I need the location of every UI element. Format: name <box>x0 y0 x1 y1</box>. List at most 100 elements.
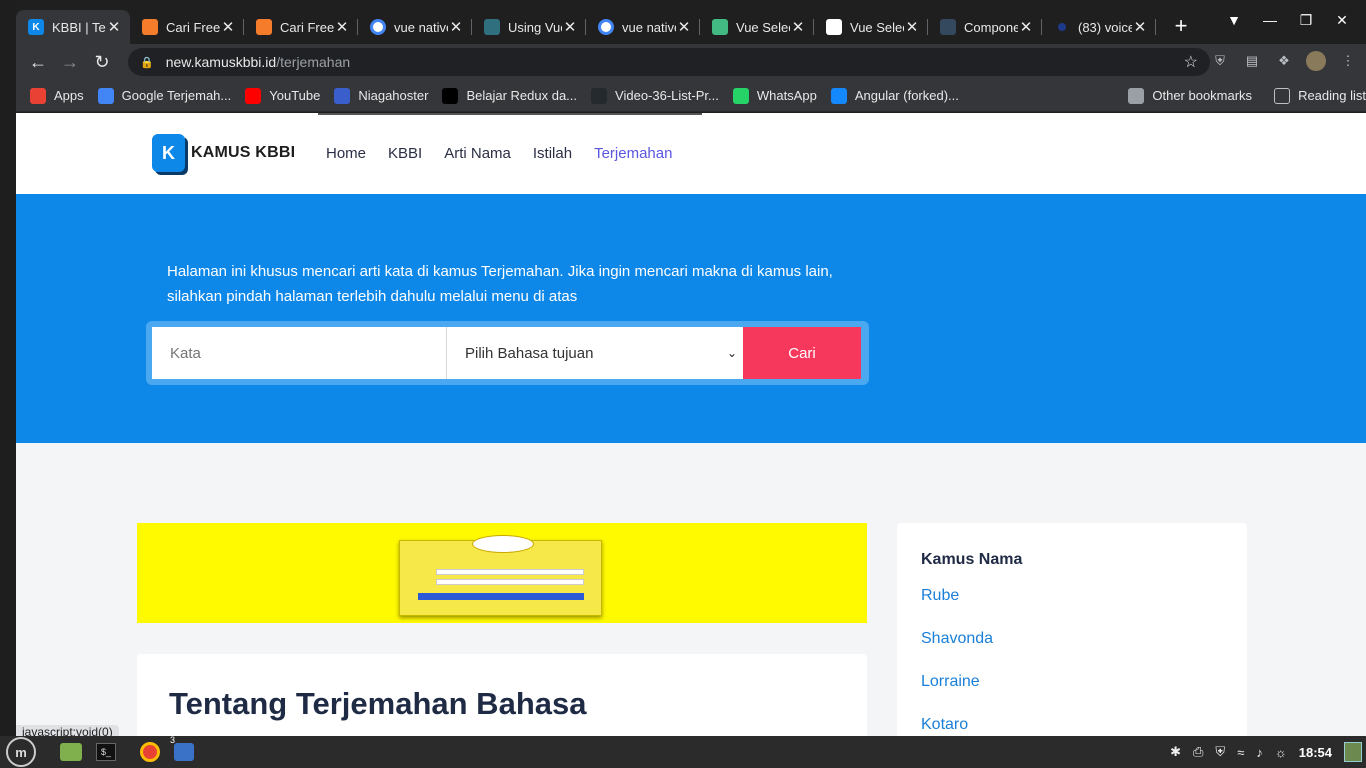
profile-avatar[interactable] <box>1306 51 1326 71</box>
reload-button[interactable]: ↻ <box>86 52 118 73</box>
page-viewport: K KAMUS KBBI Home KBBI Arti Nama Istilah Ter… <box>16 113 1366 736</box>
os-taskbar: m $_ 3 ✱ ⎙ ⛨ ≈ ♪ ☼ 18:54 <box>0 735 1366 768</box>
volume-icon[interactable]: ♪ <box>1256 745 1263 760</box>
bookmark-item[interactable]: Google Terjemah... <box>97 87 232 104</box>
browser-tab[interactable]: Cari Freelance✕ <box>130 10 244 44</box>
search-form: Pilih Bahasa tujuan ⌄ Cari <box>146 321 869 385</box>
extensions-puzzle-icon[interactable]: ❖ <box>1274 51 1294 71</box>
whatsapp-icon <box>732 87 749 104</box>
browser-tab[interactable]: vue native ✕ <box>586 10 700 44</box>
language-select[interactable]: Pilih Bahasa tujuan ⌄ <box>447 327 743 379</box>
close-tab-icon[interactable]: ✕ <box>1132 18 1148 36</box>
menu-kebab-icon[interactable]: ⋮ <box>1338 51 1358 71</box>
close-tab-icon[interactable]: ✕ <box>448 18 464 36</box>
reading-list[interactable]: Reading list <box>1274 87 1366 104</box>
nav-item-home[interactable]: Home <box>326 145 366 162</box>
tab-title: Components <box>964 19 1018 35</box>
browser-tab[interactable]: Vue Select✕ <box>700 10 814 44</box>
wifi-icon[interactable]: ≈ <box>1237 745 1244 760</box>
nav-item-istilah[interactable]: Istilah <box>533 145 572 162</box>
youtube-icon <box>245 87 262 104</box>
name-link[interactable]: Shavonda <box>921 630 993 673</box>
browser-tab[interactable]: Using Vue ✕ <box>472 10 586 44</box>
address-bar[interactable]: 🔒 new.kamuskbbi.id/terjemahan ☆ <box>128 48 1210 76</box>
extensions-area: ⛨ ▤ ❖ ⋮ <box>1210 51 1366 71</box>
close-tab-icon[interactable]: ✕ <box>1018 18 1034 36</box>
article-card: Tentang Terjemahan Bahasa <box>137 654 867 736</box>
bookmark-label: Belajar Redux da... <box>466 88 578 103</box>
tab-search-icon[interactable]: ▼ <box>1224 12 1244 29</box>
close-window-button[interactable]: ✕ <box>1332 12 1352 29</box>
chrome-icon[interactable] <box>140 742 160 762</box>
close-tab-icon[interactable]: ✕ <box>790 18 806 36</box>
tab-title: (83) voice <box>1078 19 1132 35</box>
show-desktop-icon[interactable] <box>1344 742 1362 762</box>
bookmark-item[interactable]: Video-36-List-Pr... <box>591 87 719 104</box>
new-tab-button[interactable]: + <box>1164 9 1198 43</box>
close-tab-icon[interactable]: ✕ <box>106 18 122 36</box>
maximize-button[interactable]: ❐ <box>1296 12 1316 29</box>
bookmark-label: Apps <box>54 88 84 103</box>
back-button[interactable]: ← <box>22 52 54 73</box>
browser-tab[interactable]: Vue Select✕ <box>814 10 928 44</box>
browser-tab[interactable]: Cari Freelance✕ <box>244 10 358 44</box>
bookmark-item[interactable]: WhatsApp <box>732 87 817 104</box>
kbbi-favicon-icon: K <box>28 19 44 35</box>
article-title: Tentang Terjemahan Bahasa <box>169 686 587 721</box>
close-tab-icon[interactable]: ✕ <box>904 18 920 36</box>
close-tab-icon[interactable]: ✕ <box>334 18 350 36</box>
site-logo[interactable]: K KAMUS KBBI <box>152 134 295 172</box>
bookmark-item[interactable]: Angular (forked)... <box>830 87 959 104</box>
start-menu-icon[interactable]: m <box>6 737 36 767</box>
forward-button[interactable]: → <box>54 52 86 73</box>
vue-favicon-icon <box>712 19 728 35</box>
bookmark-label: Google Terjemah... <box>121 88 232 103</box>
nav-item-terjemahan[interactable]: Terjemahan <box>594 145 672 162</box>
taskbar-badge: 3 <box>170 735 176 745</box>
other-bookmarks[interactable]: Other bookmarks <box>1128 87 1252 104</box>
extension-shield-icon[interactable]: ⛨ <box>1210 51 1230 71</box>
screenshot-app-icon[interactable]: 3 <box>170 735 194 761</box>
system-tray: ✱ ⎙ ⛨ ≈ ♪ ☼ 18:54 <box>1170 736 1366 768</box>
shield-icon[interactable]: ⛨ <box>1215 744 1225 760</box>
browser-tab[interactable]: vue native ✕ <box>358 10 472 44</box>
extension-note-icon[interactable]: ▤ <box>1242 51 1262 71</box>
browser-tab[interactable]: (83) voice ✕ <box>1042 10 1156 44</box>
tab-title: Cari Freelance <box>280 19 334 35</box>
files-icon[interactable] <box>60 743 82 761</box>
search-input[interactable] <box>152 327 447 379</box>
language-select-value: Pilih Bahasa tujuan <box>465 344 594 362</box>
brightness-icon[interactable]: ☼ <box>1275 745 1287 760</box>
ad-field <box>436 579 584 585</box>
orange-favicon-icon <box>256 19 272 35</box>
google-favicon-icon <box>370 19 386 35</box>
bookmark-item[interactable]: Apps <box>30 87 84 104</box>
nav-item-arti-nama[interactable]: Arti Nama <box>444 145 511 162</box>
browser-tab[interactable]: Components✕ <box>928 10 1042 44</box>
ad-banner[interactable] <box>137 523 867 623</box>
bookmark-item[interactable]: YouTube <box>245 87 320 104</box>
bookmark-star-icon[interactable]: ☆ <box>1184 52 1198 72</box>
close-tab-icon[interactable]: ✕ <box>562 18 578 36</box>
name-link[interactable]: Kotaro <box>921 716 993 736</box>
close-tab-icon[interactable]: ✕ <box>676 18 692 36</box>
nav-item-kbbi[interactable]: KBBI <box>388 145 422 162</box>
bookmark-item[interactable]: Belajar Redux da... <box>442 87 578 104</box>
lock-icon[interactable]: 🔒 <box>140 56 154 69</box>
bookmark-item[interactable]: Niagahoster <box>334 87 428 104</box>
clock[interactable]: 18:54 <box>1299 745 1332 760</box>
bluetooth-icon[interactable]: ✱ <box>1170 744 1181 760</box>
tab-title: Vue Select <box>850 19 904 35</box>
minimize-button[interactable]: — <box>1260 12 1280 29</box>
search-button[interactable]: Cari <box>743 327 861 379</box>
close-tab-icon[interactable]: ✕ <box>220 18 236 36</box>
sidebar-card: Kamus Nama Rube Shavonda Lorraine Kotaro <box>897 523 1247 736</box>
terminal-icon[interactable]: $_ <box>96 743 116 761</box>
clipboard-icon[interactable]: ⎙ <box>1193 744 1203 760</box>
name-link[interactable]: Rube <box>921 587 993 630</box>
browser-tab[interactable]: K KBBI | Terjemahan✕ <box>16 10 130 44</box>
tab-title: vue native <box>622 19 676 35</box>
ad-field <box>436 569 584 575</box>
vuetify-favicon-icon <box>940 19 956 35</box>
name-link[interactable]: Lorraine <box>921 673 993 716</box>
